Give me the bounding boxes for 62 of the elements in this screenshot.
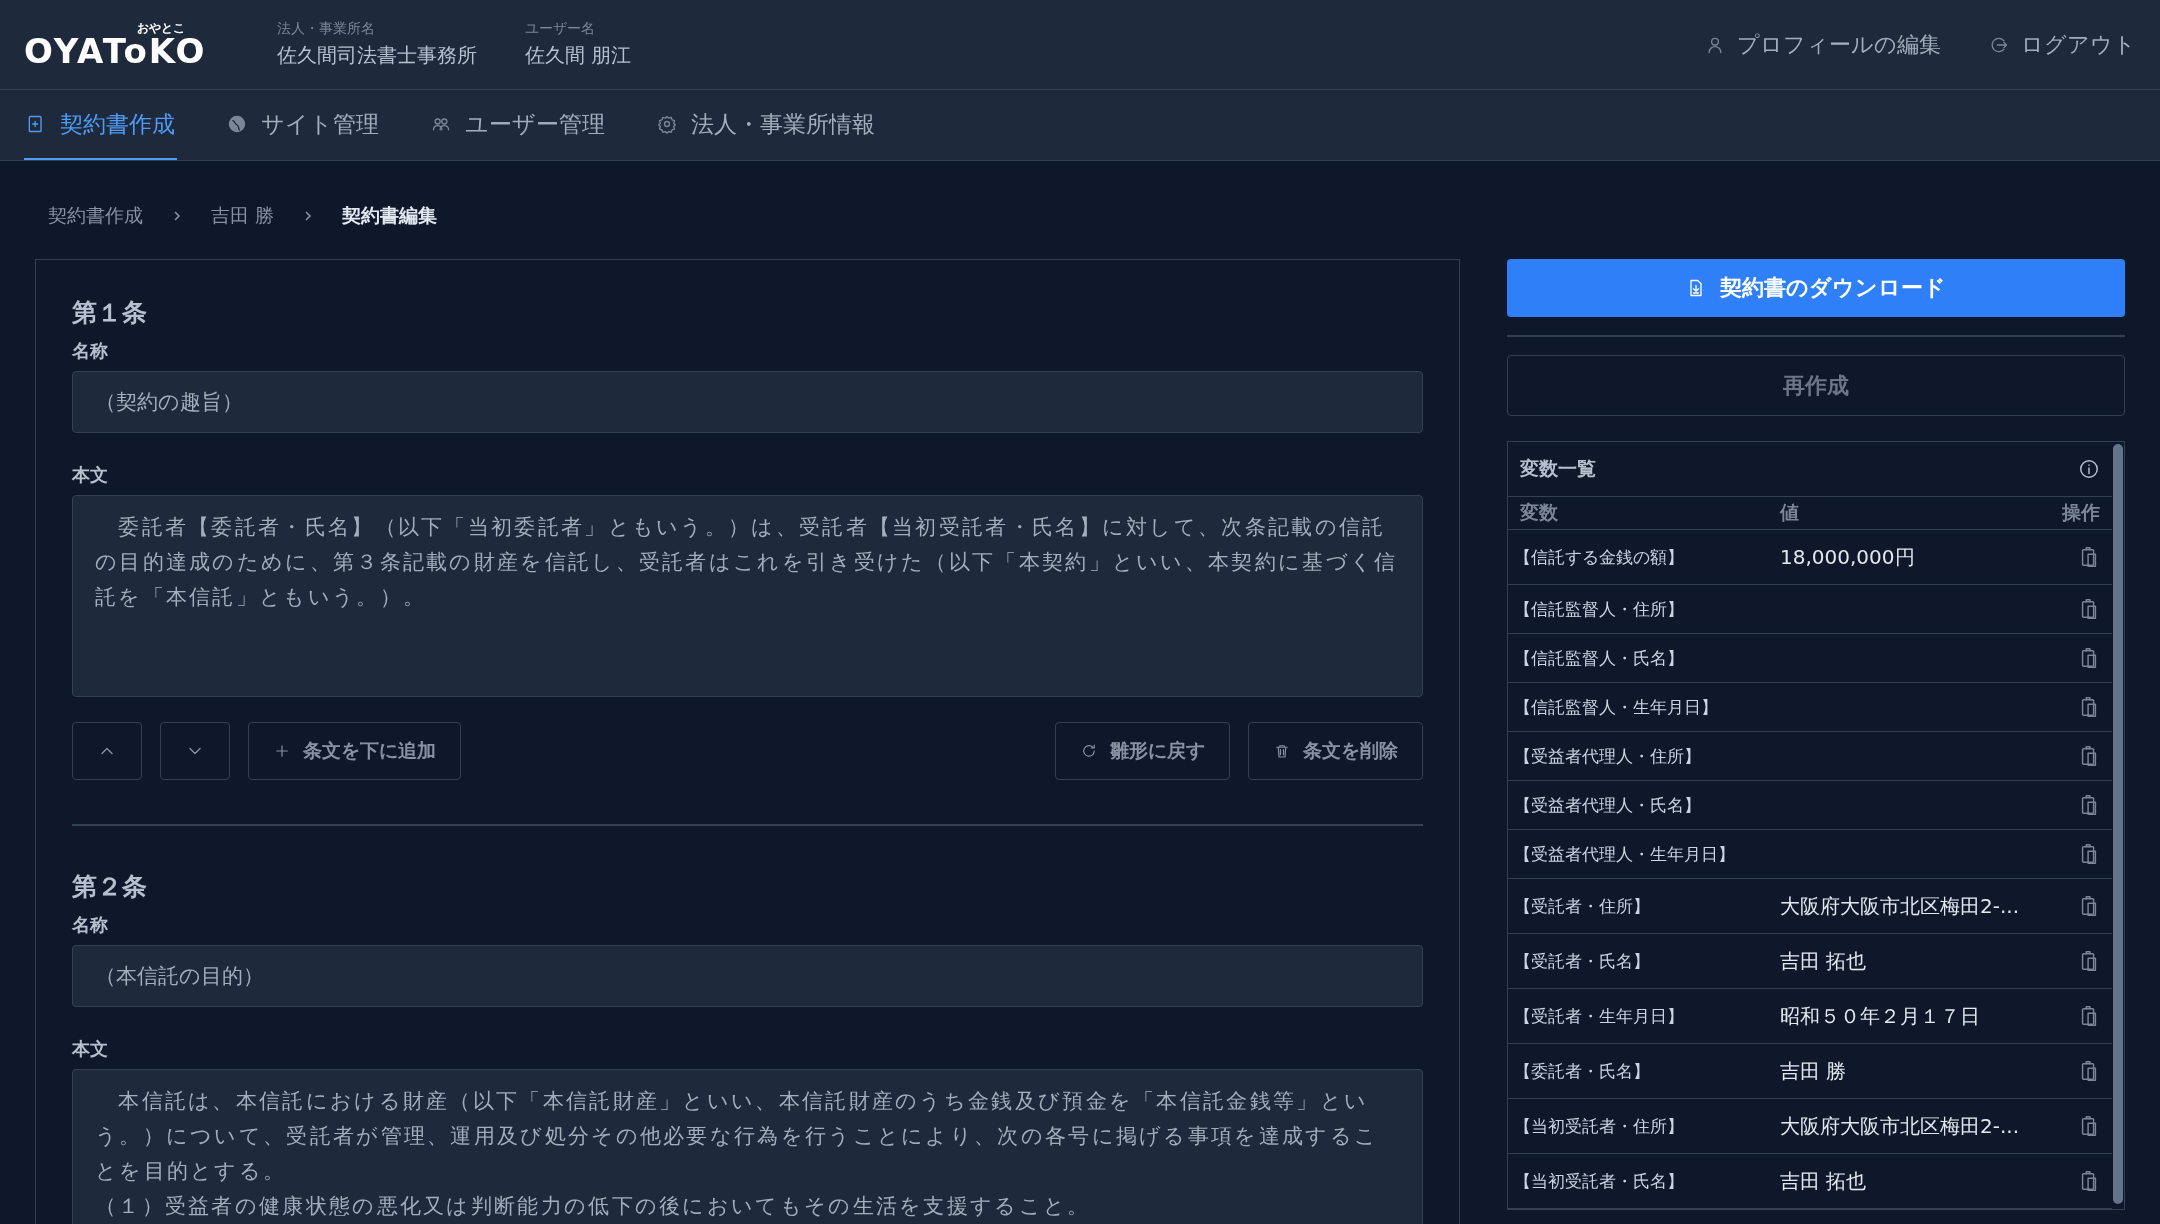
refresh-icon — [1080, 742, 1098, 760]
table-cell-text: 昭和５０年２月１７日 — [1780, 1002, 1981, 1030]
field-value: 佐久間 朋江 — [524, 42, 631, 69]
table-cell-text: 【受益者代理人・住所】 — [1514, 744, 1702, 768]
table-cell-text: 【信託監督人・住所】 — [1514, 597, 1685, 621]
panel-title: 変数一覧 — [1520, 456, 1596, 481]
field-label: ユーザー名 — [524, 20, 596, 38]
nav-tab[interactable]: サイト管理 — [225, 90, 381, 160]
nav-tab[interactable]: 法人・事業所情報 — [655, 90, 877, 160]
info-icon — [2078, 458, 2100, 480]
breadcrumb-current: 契約書編集 — [342, 203, 438, 228]
field-label: 本文 — [72, 1037, 109, 1061]
logo: OYAToKO — [24, 33, 207, 68]
table-cell-text: 大阪府大阪市北区梅田2-... — [1780, 1112, 2020, 1140]
breadcrumb-link[interactable]: 契約書作成 — [48, 203, 143, 229]
globe-icon — [227, 114, 247, 134]
title-input[interactable]: （本信託の目的） — [72, 945, 1423, 1007]
delete-button[interactable]: 条文を削除 — [1248, 722, 1423, 780]
download-button[interactable]: 契約書のダウンロード — [1507, 259, 2125, 317]
trash-icon — [1273, 742, 1291, 760]
table-cell-text: 【受託者・住所】 — [1514, 894, 1651, 918]
chevron-right-icon — [171, 209, 183, 223]
table-cell-text: 吉田 拓也 — [1780, 1167, 1868, 1195]
table-cell-text: 【信託する金銭の額】 — [1514, 545, 1685, 569]
breadcrumb-link[interactable]: 吉田 勝 — [211, 203, 275, 229]
column-header: 変数 — [1520, 500, 1559, 525]
table-cell-text: 【受託者・生年月日】 — [1514, 1004, 1685, 1028]
body-textarea[interactable]: 本信託は、本信託における財産（以下「本信託財産」といい、本信託財産のうち金銭及び預金を「本信託金銭等」という。）について、受託者が管理、運用及び処分その他必要な行為を行うことにより、次の各号に掲げる事項を達成することを目的とする。 （１）受益者の健康状態の悪化又は判断能力の低下の後においてもその生活を支援すること。 — [72, 1069, 1423, 1224]
nav-tab[interactable]: ユーザー管理 — [429, 90, 607, 160]
table-cell-text: 大阪府大阪市北区梅田2-... — [1780, 892, 2020, 920]
table-cell-text: 【受益者代理人・氏名】 — [1514, 793, 1702, 817]
table-cell-text: 【信託監督人・生年月日】 — [1514, 695, 1719, 719]
column-header: 値 — [1780, 500, 1800, 525]
profile-link[interactable]: プロフィールの編集 — [1705, 29, 1941, 60]
nav-tab[interactable]: 契約書作成 — [24, 90, 177, 160]
logo-ruby-text: おやとこ — [136, 21, 185, 34]
table-cell-text: 吉田 勝 — [1780, 1057, 1848, 1085]
field-label: 名称 — [72, 913, 109, 937]
field-label: 本文 — [72, 463, 109, 487]
title-input[interactable]: （契約の趣旨） — [72, 371, 1423, 433]
column-header: 操作 — [2062, 500, 2100, 525]
field-value: 佐久間司法書士事務所 — [276, 42, 477, 69]
reset-button[interactable]: 雛形に戻す — [1055, 722, 1230, 780]
table-cell-text: 【信託監督人・氏名】 — [1514, 646, 1685, 670]
table-cell-text: 吉田 拓也 — [1780, 947, 1868, 975]
article-heading: 第２条 — [72, 871, 148, 903]
table-cell-text: 【受託者・氏名】 — [1514, 949, 1651, 973]
field-label: 法人・事業所名 — [276, 20, 376, 38]
add-article-button[interactable]: 条文を下に追加 — [248, 722, 461, 780]
scrollbar[interactable] — [2113, 444, 2123, 1204]
table-cell-text: 【委託者・氏名】 — [1514, 1059, 1651, 1083]
plus-icon — [273, 742, 291, 760]
body-textarea[interactable]: 委託者【委託者・氏名】（以下「当初委託者」ともいう。）は、受託者【当初受託者・氏名】に対して、次条記載の信託の目的達成のために、第３条記載の財産を信託し、受託者はこれを引き受けた（以下「本契約」といい、本契約に基づく信託を「本信託」ともいう。）。 — [72, 495, 1423, 697]
table-cell-text: 【当初受託者・氏名】 — [1514, 1169, 1685, 1193]
regenerate-button[interactable]: 再作成 — [1507, 355, 2125, 416]
logout-link[interactable]: ログアウト — [1989, 29, 2136, 60]
table-cell-text: 18,000,000円 — [1780, 543, 1916, 571]
settings-icon — [657, 114, 677, 134]
field-label: 名称 — [72, 339, 109, 363]
table-cell-text: 【当初受託者・住所】 — [1514, 1114, 1685, 1138]
table-cell-text: 【受益者代理人・生年月日】 — [1514, 842, 1736, 866]
article-heading: 第１条 — [72, 297, 148, 329]
